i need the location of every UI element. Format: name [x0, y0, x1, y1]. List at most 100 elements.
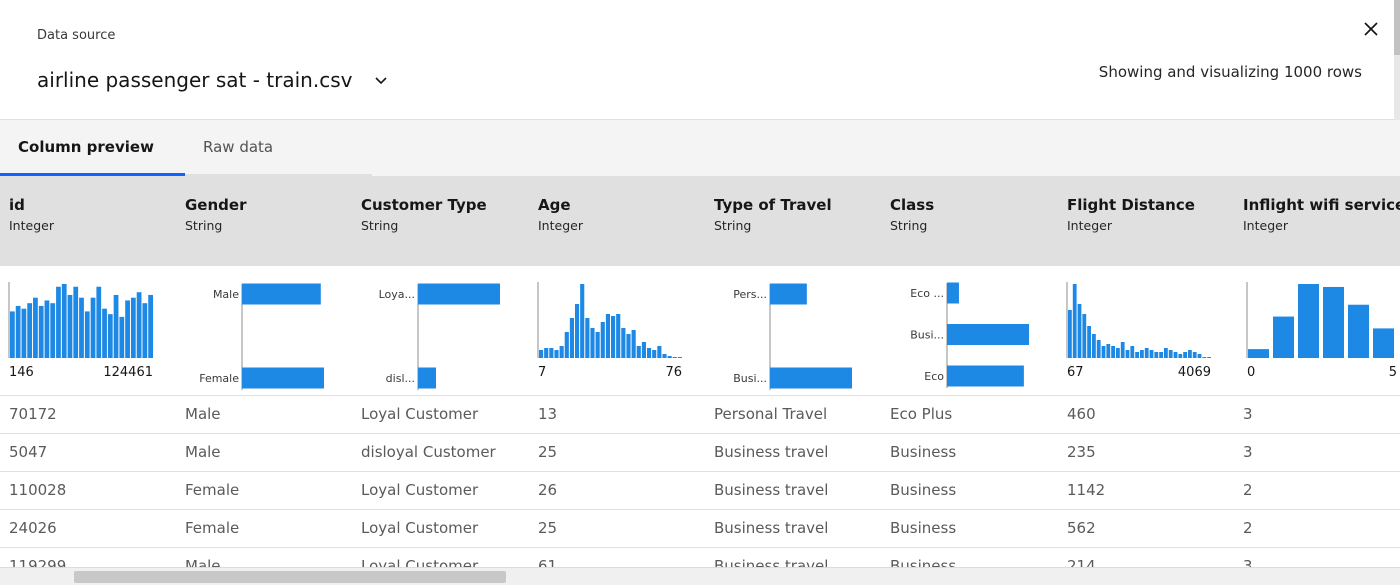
chart-category-label: disl...: [386, 372, 415, 385]
data-source-label: Data source: [37, 28, 116, 43]
chart-bar: [605, 314, 610, 358]
close-button[interactable]: [1358, 16, 1384, 42]
chart-bar: [1140, 350, 1144, 358]
chart-bar: [580, 284, 585, 358]
table-cell: 5047: [9, 443, 48, 461]
chart-bar: [15, 305, 21, 358]
table-cell: 2: [1243, 519, 1253, 537]
chart-bar: [1072, 284, 1077, 358]
chart-bar: [585, 318, 590, 358]
column-name: Age: [538, 196, 571, 214]
chart-bar: [1154, 352, 1159, 358]
data-grid: 70172 Male Loyal Customer 13 Personal Tr…: [0, 396, 1400, 585]
close-icon: [1364, 22, 1378, 36]
chart-bar: [1106, 344, 1111, 358]
chart-bar: [21, 308, 27, 358]
column-name: Inflight wifi service: [1243, 196, 1400, 214]
tab-column-preview[interactable]: Column preview: [0, 120, 185, 176]
chart-bar: [242, 367, 324, 389]
chart-bar: [652, 350, 657, 358]
tab-bar: Column preview Raw data: [0, 120, 1400, 176]
chart-bar: [600, 322, 605, 358]
chart-bar: [44, 300, 50, 358]
chart-bar: [96, 286, 102, 358]
table-cell: Loyal Customer: [361, 405, 479, 423]
table-cell: 460: [1067, 405, 1096, 423]
table-cell: Personal Travel: [714, 405, 828, 423]
column-name: Class: [890, 196, 935, 214]
column-header-gender[interactable]: Gender String: [185, 196, 246, 233]
chart-axis-min-label: 7: [538, 365, 546, 380]
chart-bar: [677, 357, 682, 358]
chart-bar: [672, 357, 677, 358]
chart-bar: [1168, 350, 1173, 358]
chart-bar: [148, 294, 153, 358]
column-header-flight-distance[interactable]: Flight Distance Integer: [1067, 196, 1195, 233]
chart-bar: [1087, 326, 1091, 358]
chart-bar: [539, 350, 544, 358]
table-row[interactable]: 5047 Male disloyal Customer 25 Business …: [0, 434, 1400, 472]
chart-bar: [1101, 346, 1106, 358]
chart-axis-max-label: 5: [1389, 365, 1397, 380]
chart-bar: [56, 286, 61, 358]
tab-raw-data[interactable]: Raw data: [185, 120, 372, 176]
chart-bar: [636, 346, 641, 358]
chart-bar: [1164, 348, 1168, 358]
table-row[interactable]: 70172 Male Loyal Customer 13 Personal Tr…: [0, 396, 1400, 434]
chart-bar: [770, 367, 852, 389]
table-cell: 25: [538, 519, 558, 537]
column-name: Type of Travel: [714, 196, 832, 214]
chart-bar: [1120, 342, 1125, 358]
chart-category-label: Eco ...: [910, 287, 944, 300]
column-header-inflight-wifi-service[interactable]: Inflight wifi service Integer: [1243, 196, 1400, 233]
chart-bar: [1125, 350, 1130, 358]
horizontal-scrollbar[interactable]: [0, 567, 1400, 585]
chart-axis-min-label: 146: [9, 365, 34, 380]
chart-bar: [1116, 348, 1120, 358]
chart-bar: [631, 330, 636, 358]
column-header-id[interactable]: id Integer: [9, 196, 54, 233]
chart-bar: [1092, 334, 1096, 358]
table-row[interactable]: 110028 Female Loyal Customer 26 Business…: [0, 472, 1400, 510]
chart-bar: [1173, 352, 1178, 358]
chart-bar: [67, 294, 73, 358]
chart-category-label: Female: [199, 372, 239, 385]
chart-bar: [1298, 284, 1319, 358]
column-header-type-of-travel[interactable]: Type of Travel String: [714, 196, 832, 233]
chart-bar: [575, 304, 580, 358]
column-header-class[interactable]: Class String: [890, 196, 934, 233]
horizontal-scroll-thumb[interactable]: [74, 571, 506, 583]
chart-bar: [595, 332, 600, 358]
chart-axis-max-label: 76: [665, 365, 682, 380]
table-cell: 110028: [9, 481, 67, 499]
chart-bar: [113, 294, 119, 358]
chart-bar: [61, 284, 67, 358]
chart-bar: [1207, 357, 1211, 358]
table-cell: 24026: [9, 519, 57, 537]
column-name: Flight Distance: [1067, 196, 1195, 214]
data-source-dropdown[interactable]: airline passenger sat - train.csv: [37, 64, 388, 96]
chart-bar: [657, 346, 662, 358]
vertical-scroll-thumb[interactable]: [1394, 0, 1400, 55]
chart-bar: [1159, 352, 1163, 358]
chart-bar: [1135, 352, 1139, 358]
column-header-age[interactable]: Age Integer: [538, 196, 583, 233]
rows-info-text: Showing and visualizing 1000 rows: [1098, 63, 1362, 81]
vertical-scrollbar[interactable]: [1394, 0, 1400, 120]
column-header-customer-type[interactable]: Customer Type String: [361, 196, 487, 233]
chart-bar: [1077, 304, 1082, 358]
chart-bar: [119, 316, 125, 358]
table-cell: disloyal Customer: [361, 443, 496, 461]
table-cell: Loyal Customer: [361, 481, 479, 499]
chart-category-label: Busi...: [733, 372, 767, 385]
chart-bar: [73, 286, 79, 358]
chart-bar: [544, 348, 549, 358]
table-row[interactable]: 24026 Female Loyal Customer 25 Business …: [0, 510, 1400, 548]
chart-bar: [102, 308, 107, 358]
table-cell: 3: [1243, 443, 1253, 461]
chart-bar: [242, 283, 321, 305]
chart-axis-min-label: 67: [1067, 365, 1084, 380]
chart-bar: [79, 297, 84, 358]
table-cell: Business: [890, 481, 957, 499]
column-type: Integer: [1067, 218, 1112, 233]
